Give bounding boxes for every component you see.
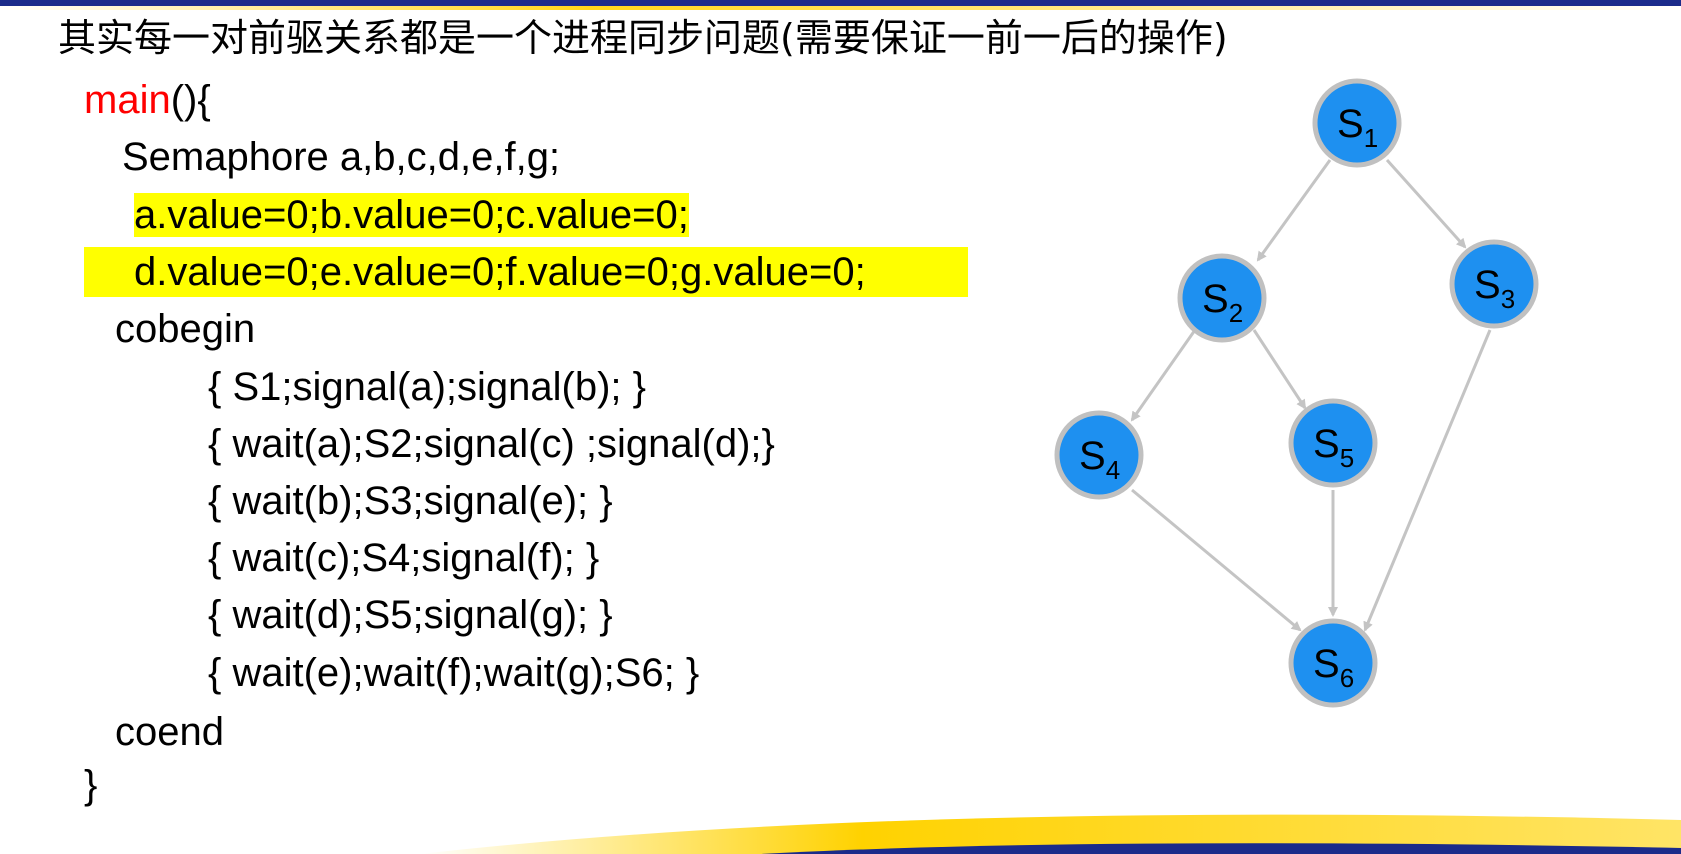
node-s2-label: S [1202, 277, 1229, 321]
node-s5-label: S [1313, 422, 1340, 466]
node-s6-subscript: 6 [1340, 663, 1354, 693]
node-s2-subscript: 2 [1229, 298, 1243, 328]
node-s1-label: S [1337, 102, 1364, 146]
node-s1: S1 [1312, 78, 1402, 168]
edge-s3-s6 [1363, 329, 1492, 632]
slide: 其实每一对前驱关系都是一个进程同步问题(需要保证一前一后的操作) main(){… [0, 0, 1681, 854]
node-s2: S2 [1177, 253, 1267, 343]
node-s5-subscript: 5 [1340, 443, 1354, 473]
edge-s1-s3 [1385, 158, 1467, 249]
node-s3-subscript: 3 [1501, 284, 1515, 314]
edge-s4-s6 [1131, 488, 1302, 632]
node-s3-label: S [1474, 263, 1501, 307]
node-s5: S5 [1288, 398, 1378, 488]
node-s6-label: S [1313, 642, 1340, 686]
node-s1-subscript: 1 [1364, 123, 1378, 153]
node-s4: S4 [1054, 410, 1144, 500]
node-s6: S6 [1288, 618, 1378, 708]
node-s4-subscript: 4 [1106, 455, 1120, 485]
precedence-graph: S1 S2 S3 S4 S5 S6 [1054, 78, 1539, 708]
node-s4-label: S [1079, 434, 1106, 478]
edge-s2-s5 [1252, 329, 1307, 410]
node-s3: S3 [1449, 239, 1539, 329]
edge-s2-s4 [1130, 329, 1197, 422]
edge-s1-s2 [1256, 159, 1332, 262]
